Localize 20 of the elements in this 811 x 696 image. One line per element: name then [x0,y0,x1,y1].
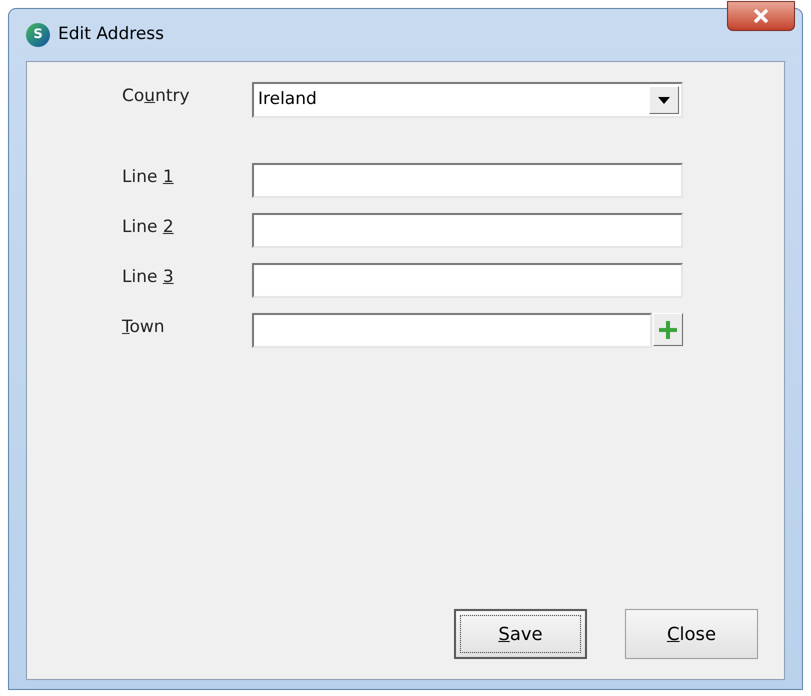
add-button[interactable] [653,313,683,346]
field-label: Line 3 [122,266,175,289]
caret-icon [658,96,670,104]
field-label: Line 1 [122,166,175,189]
window-title: Edit Address [58,23,164,46]
dropdown-button[interactable] [649,86,679,114]
text-field[interactable] [252,263,683,298]
plus-icon [658,320,678,340]
field-label: Line 2 [122,216,175,239]
text-field[interactable] [252,313,652,348]
country-dropdown[interactable]: Ireland [252,82,683,118]
text-field[interactable] [252,163,683,198]
app-logo-icon: S [26,23,50,47]
field-label: Town [122,316,166,339]
dialog-button[interactable]: Close [625,609,758,659]
text-field[interactable] [252,213,683,248]
field-label: Country [122,85,191,108]
close-button[interactable] [727,1,795,31]
dialog-button[interactable]: Save [454,609,587,659]
close-icon [753,9,769,23]
